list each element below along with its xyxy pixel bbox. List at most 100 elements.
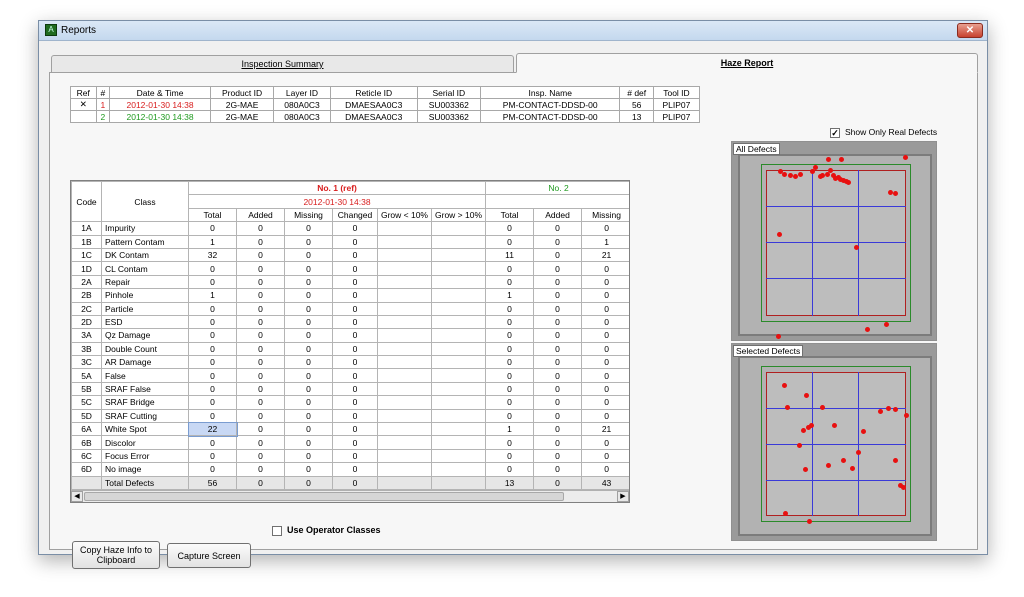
summary-row[interactable]: ✕ 1 2012-01-30 14:38 2G-MAE 080A0C3 DMAESAA0C… xyxy=(70,98,701,111)
defect-marker[interactable] xyxy=(820,173,825,178)
scroll-right-arrow-icon[interactable]: ▶ xyxy=(617,491,629,502)
defect-marker[interactable] xyxy=(886,406,891,411)
defect-marker[interactable] xyxy=(776,334,781,339)
checkbox-box[interactable] xyxy=(272,525,282,536)
no2-missing-cell: 0 xyxy=(581,261,629,276)
defect-marker[interactable] xyxy=(893,407,898,412)
summary-header-cell[interactable]: Product ID xyxy=(209,86,275,99)
copy-haze-info-button[interactable]: Copy Haze Info to Clipboard xyxy=(72,541,160,569)
defect-class-row[interactable]: 3B Double Count 0 0 0 0 0 0 0 xyxy=(71,341,629,357)
no1-subheader[interactable]: Total xyxy=(188,207,237,223)
defect-marker[interactable] xyxy=(893,191,898,196)
defect-marker[interactable] xyxy=(861,429,866,434)
defect-class-row[interactable]: 2C Particle 0 0 0 0 0 0 0 xyxy=(71,301,629,316)
defect-marker[interactable] xyxy=(797,443,802,448)
summary-header-cell[interactable]: # def xyxy=(619,86,654,99)
defect-class-row[interactable]: 5A False 0 0 0 0 0 0 0 xyxy=(71,368,629,383)
scroll-left-arrow-icon[interactable]: ◀ xyxy=(71,491,83,502)
no2-subheader[interactable]: Total xyxy=(485,207,535,223)
defect-marker[interactable] xyxy=(807,519,812,524)
capture-screen-button[interactable]: Capture Screen xyxy=(167,543,251,568)
defect-marker[interactable] xyxy=(782,383,787,388)
defect-class-row[interactable]: 2A Repair 0 0 0 0 0 0 0 xyxy=(71,274,629,290)
defect-marker[interactable] xyxy=(820,405,825,410)
summary-header-cell[interactable]: Insp. Name xyxy=(479,86,621,99)
summary-header-cell[interactable]: # xyxy=(95,86,111,99)
summary-header-cell[interactable]: Layer ID xyxy=(273,86,331,99)
defect-class-row[interactable]: 2D ESD 0 0 0 0 0 0 0 xyxy=(71,314,629,330)
defect-class-row[interactable]: 2B Pinhole 1 0 0 0 1 0 0 xyxy=(71,288,629,303)
selected-defects-map[interactable]: Selected Defects xyxy=(731,343,937,541)
horizontal-scrollbar[interactable]: ◀ ▶ xyxy=(71,490,629,502)
defect-marker[interactable] xyxy=(856,450,861,455)
all-defects-map[interactable]: All Defects xyxy=(731,141,937,341)
no1-total-cell[interactable]: 22 xyxy=(187,421,238,437)
defect-marker[interactable] xyxy=(839,157,844,162)
title-bar[interactable]: A Reports ✕ xyxy=(39,21,987,41)
col-code[interactable]: Code xyxy=(71,181,102,223)
defect-class-row[interactable]: 6B Discolor 0 0 0 0 0 0 0 xyxy=(71,435,629,450)
defect-marker[interactable] xyxy=(865,327,870,332)
col-class[interactable]: Class xyxy=(101,181,189,223)
no1-subheader[interactable]: Grow < 10% xyxy=(377,207,432,223)
summary-header-cell[interactable]: Date & Time xyxy=(109,86,211,99)
defect-marker[interactable] xyxy=(798,172,803,177)
defect-class-row[interactable]: 5B SRAF False 0 0 0 0 0 0 0 xyxy=(71,381,629,397)
defect-marker[interactable] xyxy=(826,157,831,162)
defect-marker[interactable] xyxy=(878,409,883,414)
summary-header-cell[interactable]: Reticle ID xyxy=(329,86,418,99)
close-button[interactable]: ✕ xyxy=(957,23,983,38)
no2-subheader[interactable]: Missing xyxy=(581,207,629,223)
scrollbar-thumb[interactable] xyxy=(84,492,564,501)
defect-marker[interactable] xyxy=(854,245,859,250)
summary-header-cell[interactable]: Serial ID xyxy=(416,86,481,99)
checkbox-box[interactable]: ✓ xyxy=(830,127,840,138)
defect-marker[interactable] xyxy=(903,155,908,160)
defect-class-row[interactable]: 5D SRAF Cutting 0 0 0 0 0 0 0 xyxy=(71,408,629,424)
defect-class-row[interactable]: 6C Focus Error 0 0 0 0 0 0 0 xyxy=(71,448,629,464)
defect-marker[interactable] xyxy=(809,423,814,428)
no2-added-cell: 0 xyxy=(533,408,583,424)
defect-marker[interactable] xyxy=(850,466,855,471)
defect-marker[interactable] xyxy=(904,413,909,418)
totals-row[interactable]: Total Defects 56 0 0 0 13 0 43 xyxy=(71,475,629,490)
defect-marker[interactable] xyxy=(804,393,809,398)
defect-marker[interactable] xyxy=(893,458,898,463)
defect-class-row[interactable]: 6A White Spot 22 0 0 0 1 0 21 xyxy=(71,421,629,437)
defect-marker[interactable] xyxy=(826,463,831,468)
summary-header-cell[interactable]: Tool ID xyxy=(652,86,701,99)
show-real-defects-checkbox[interactable]: ✓ Show Only Real Defects xyxy=(830,127,937,138)
defect-class-row[interactable]: 1C DK Contam 32 0 0 0 11 0 21 xyxy=(71,247,629,263)
defect-marker[interactable] xyxy=(901,485,906,490)
defect-marker[interactable] xyxy=(801,428,806,433)
defect-class-row[interactable]: 3C AR Damage 0 0 0 0 0 0 0 xyxy=(71,355,629,370)
defect-class-row[interactable]: 5C SRAF Bridge 0 0 0 0 0 0 0 xyxy=(71,395,629,410)
defect-marker[interactable] xyxy=(782,172,787,177)
no1-subheader[interactable]: Added xyxy=(236,207,285,223)
no1-subheader[interactable]: Grow > 10% xyxy=(430,207,487,223)
defect-marker[interactable] xyxy=(777,232,782,237)
defect-class-row[interactable]: 6D No image 0 0 0 0 0 0 0 xyxy=(71,462,629,477)
summary-header-cell[interactable]: Ref xyxy=(70,86,97,99)
defect-class-row[interactable]: 1A Impurity 0 0 0 0 0 0 0 xyxy=(71,221,629,236)
defect-class-row[interactable]: 1B Pattern Contam 1 0 0 0 0 0 1 xyxy=(71,234,629,249)
defect-marker[interactable] xyxy=(783,511,788,516)
tab-haze-report[interactable]: Haze Report xyxy=(516,53,978,73)
defect-marker[interactable] xyxy=(803,467,808,472)
defect-class-grid[interactable]: Code Class No. 1 (ref) No. 2 2012-01-30 … xyxy=(70,180,630,503)
summary-row[interactable]: 2 2012-01-30 14:38 2G-MAE 080A0C3 DMAESAA0C3… xyxy=(70,110,701,123)
no1-subheader[interactable]: Changed xyxy=(332,207,378,223)
defect-marker[interactable] xyxy=(832,423,837,428)
defect-class-row[interactable]: 1D CL Contam 0 0 0 0 0 0 0 xyxy=(71,261,629,276)
use-operator-classes-checkbox[interactable]: Use Operator Classes xyxy=(272,525,381,536)
defect-marker[interactable] xyxy=(785,405,790,410)
no1-subheader[interactable]: Missing xyxy=(284,207,333,223)
tab-inspection-summary[interactable]: Inspection Summary xyxy=(51,55,514,72)
defect-marker[interactable] xyxy=(813,165,818,170)
defect-class-row[interactable]: 3A Qz Damage 0 0 0 0 0 0 0 xyxy=(71,328,629,343)
defect-marker[interactable] xyxy=(884,322,889,327)
summary-cell-reticle: DMAESAA0C3 xyxy=(329,98,418,111)
defect-marker[interactable] xyxy=(846,180,851,185)
defect-marker[interactable] xyxy=(841,458,846,463)
no2-subheader[interactable]: Added xyxy=(533,207,583,223)
